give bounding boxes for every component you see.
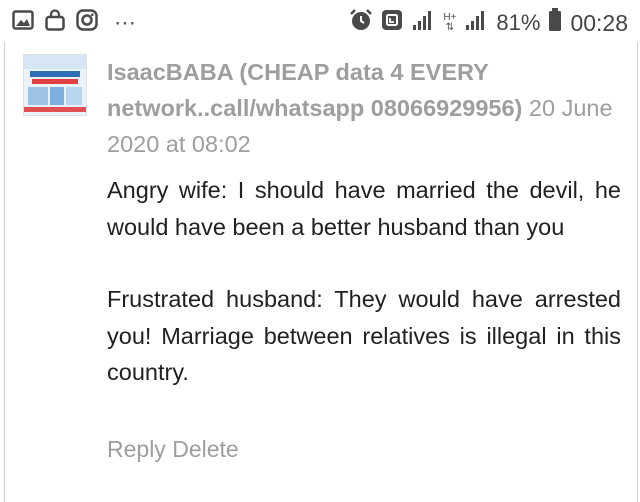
nfc-icon [381, 9, 403, 37]
comment-actions: Reply Delete [107, 436, 239, 463]
status-bar-left: ⋯ [12, 9, 138, 36]
comment-author[interactable]: IsaacBABA (CHEAP data 4 EVERY network..c… [107, 59, 522, 121]
signal-icon [411, 9, 435, 37]
comment-paragraph: Angry wife: I should have married the de… [107, 177, 621, 240]
battery-icon [548, 8, 562, 38]
status-bar: ⋯ H+ ⇅ 81% 00:28 [0, 0, 640, 42]
comment-card: IsaacBABA (CHEAP data 4 EVERY network..c… [4, 42, 638, 502]
clock-time: 00:28 [570, 9, 628, 36]
status-bar-right: H+ ⇅ 81% 00:28 [349, 8, 628, 38]
more-notifications-icon: ⋯ [114, 9, 138, 35]
avatar[interactable] [23, 54, 87, 116]
delete-link[interactable]: Delete [172, 436, 238, 462]
signal-2-icon [464, 9, 488, 37]
alarm-icon [349, 8, 373, 38]
reply-link[interactable]: Reply [107, 436, 166, 462]
comment-header: IsaacBABA (CHEAP data 4 EVERY network..c… [107, 54, 617, 162]
battery-percent: 81% [496, 10, 541, 35]
comment-paragraph: Frustrated husband: They would have arre… [107, 286, 621, 385]
data-arrows-icon: ⇅ [445, 22, 455, 33]
bag-icon [44, 9, 66, 36]
network-type-icon: H+ ⇅ [443, 12, 457, 33]
instagram-icon [76, 9, 98, 36]
image-icon [12, 10, 34, 35]
comment-body: Angry wife: I should have married the de… [107, 172, 621, 391]
